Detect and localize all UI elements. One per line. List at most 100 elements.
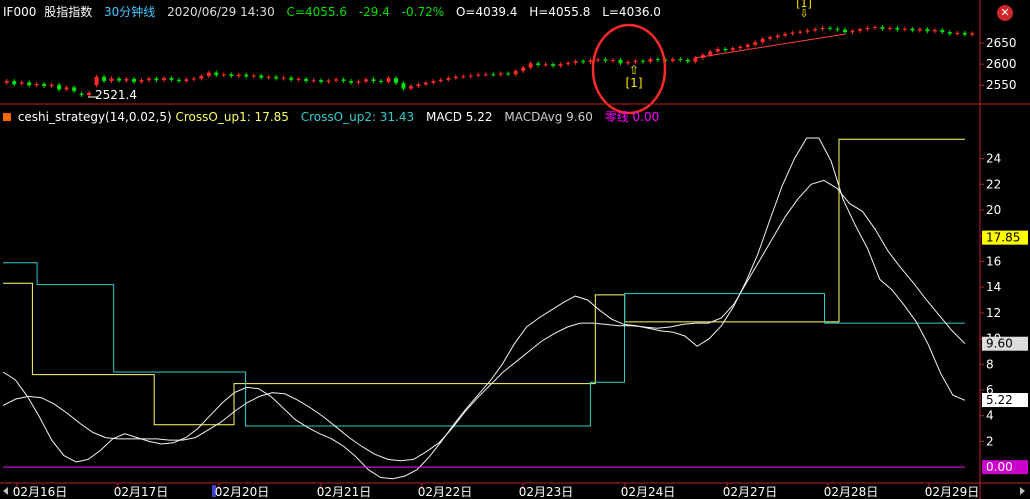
candle-body <box>678 59 683 61</box>
price-tick-label: 2550 <box>986 78 1017 92</box>
candle-body <box>783 33 788 36</box>
candle-body <box>813 29 818 31</box>
candle-body <box>176 79 181 82</box>
candle-body <box>850 30 855 33</box>
candle-body <box>603 59 608 61</box>
candle-body <box>917 29 922 31</box>
candle-body <box>708 51 713 55</box>
candle-body <box>775 35 780 38</box>
candle-body <box>513 70 518 75</box>
pct-value: -0.72% <box>401 5 445 19</box>
candle-body <box>251 75 256 77</box>
candle-body <box>521 67 526 71</box>
close-circle-icon[interactable]: ✕ <box>997 5 1013 21</box>
candle-body <box>27 82 32 86</box>
candle-body <box>596 59 601 61</box>
candle-body <box>790 32 795 34</box>
low-marker-label: 2521.4 <box>95 88 137 102</box>
candle-body <box>910 28 915 31</box>
candle-body <box>753 42 758 45</box>
ind-tick-label: 20 <box>986 203 1001 217</box>
candle-body <box>378 81 383 83</box>
candle-body <box>87 92 92 95</box>
symbol-name: 股指指数 <box>44 5 93 19</box>
scroll-right-icon <box>1020 487 1025 495</box>
candle-body <box>566 62 571 65</box>
x-tick-label: 02月29日 <box>925 485 980 499</box>
candle-body <box>693 57 698 62</box>
candle-body <box>581 61 586 63</box>
candle-body <box>536 63 541 66</box>
candle-body <box>304 78 309 82</box>
symbol-code: IF000 <box>3 5 37 19</box>
series-macd <box>2 137 966 480</box>
candle-body <box>408 86 413 89</box>
candle-body <box>311 80 316 82</box>
datetime-label: 2020/06/29 14:30 <box>167 5 275 19</box>
candle-body <box>835 28 840 30</box>
candle-body <box>738 46 743 49</box>
candle-body <box>184 79 189 82</box>
ind-tick-label: 24 <box>986 152 1001 166</box>
candle-body <box>349 81 354 83</box>
x-tick-label: 02月23日 <box>519 485 574 499</box>
indicator-marker <box>3 113 11 121</box>
period-label: 30分钟线 <box>104 5 156 19</box>
price-tick-label: 2600 <box>986 57 1017 71</box>
candle-body <box>438 79 443 82</box>
header-bar: IF000 股指指数 30分钟线 2020/06/29 14:30 C=4055… <box>3 3 661 20</box>
signal-label: [1] <box>626 76 643 90</box>
current-macdavg-box-label: 9.60 <box>986 337 1013 351</box>
legend-macd: MACD 5.22 <box>426 110 493 124</box>
x-tick-label: 02月22日 <box>418 485 473 499</box>
candle-body <box>887 27 892 29</box>
signal-arrow-up-icon: ⇧ <box>629 63 639 77</box>
candle-body <box>229 74 234 76</box>
candle-body <box>281 77 286 79</box>
x-tick-label: 02月21日 <box>317 485 372 499</box>
scroll-left-icon <box>3 487 8 495</box>
candle-body <box>131 78 136 82</box>
candle-body <box>857 29 862 31</box>
candle-body <box>214 72 219 76</box>
candle-body <box>289 77 294 80</box>
candle-body <box>880 27 885 29</box>
current-macd-box-label: 5.22 <box>986 393 1013 407</box>
candle-body <box>49 84 54 87</box>
candle-body <box>274 76 279 79</box>
candle-body <box>386 78 391 82</box>
series-up2 <box>3 262 965 427</box>
candle-body <box>57 84 62 90</box>
candle-body <box>199 75 204 79</box>
candle-body <box>498 73 503 75</box>
x-tick-label: 02月27日 <box>723 485 778 499</box>
candle-body <box>42 83 47 87</box>
x-tick-label: 02月16日 <box>13 485 68 499</box>
candle-body <box>828 27 833 29</box>
candle-body <box>483 74 488 76</box>
candle-body <box>169 78 174 80</box>
price-tick-label: 2650 <box>986 36 1017 50</box>
candle-body <box>94 76 99 86</box>
candle-body <box>191 78 196 80</box>
candle-body <box>491 74 496 76</box>
candle-body <box>902 28 907 30</box>
ind-tick-label: 2 <box>986 434 994 448</box>
candle-body <box>558 64 563 66</box>
candle-body <box>431 81 436 83</box>
low-value: L=4036.0 <box>602 5 661 19</box>
candle-body <box>760 38 765 43</box>
candle-body <box>543 64 548 66</box>
candle-body <box>955 32 960 34</box>
candle-body <box>640 60 645 62</box>
candle-body <box>925 29 930 32</box>
signal-arrow-down-icon: ⇩ <box>799 7 808 20</box>
series-up1 <box>3 138 965 426</box>
candle-body <box>161 78 166 81</box>
open-value: O=4039.4 <box>455 5 518 19</box>
candle-body <box>341 79 346 82</box>
candle-body <box>146 78 151 81</box>
legend-zero: 零线 0.00 <box>604 110 660 124</box>
ind-tick-label: 4 <box>986 409 994 423</box>
candle-body <box>446 78 451 80</box>
